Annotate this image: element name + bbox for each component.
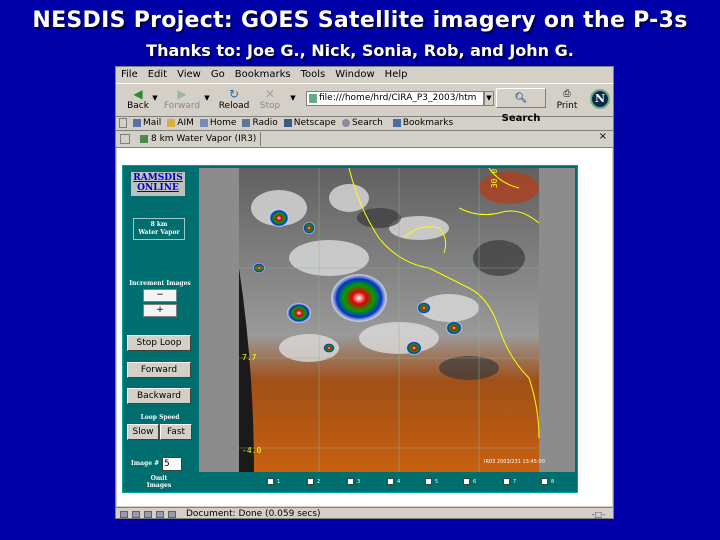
navigation-toolbar: ◀ Back ▼ ▶ Forward ▼ ↻ Reload ✕ Stop ▼ f…: [116, 83, 613, 124]
ramsdis-online-link[interactable]: RAMSDIS ONLINE: [131, 172, 185, 196]
reload-button[interactable]: ↻ Reload: [214, 86, 254, 114]
backward-step-button[interactable]: Backward: [127, 388, 191, 404]
back-arrow-icon: ◀: [133, 87, 143, 101]
netscape-link[interactable]: Netscape: [283, 118, 336, 128]
stop-loop-button[interactable]: Stop Loop: [127, 335, 191, 351]
personal-toolbar: Mail AIM Home Radio Netscape Search Book…: [116, 116, 613, 131]
omit-number-3: 3: [357, 479, 361, 485]
url-dropdown-button[interactable]: ▼: [484, 91, 494, 106]
status-composer-icon[interactable]: [132, 510, 140, 518]
close-tab-icon[interactable]: ×: [599, 131, 607, 142]
status-text: Document: Done (0.059 secs): [186, 509, 321, 519]
fast-button[interactable]: Fast: [160, 424, 192, 440]
search-button[interactable]: 🔍︎ Search: [496, 88, 546, 124]
menu-go[interactable]: Go: [206, 69, 230, 80]
ramsdis-panel: RAMSDIS ONLINE 8 km Water Vapor Incremen…: [122, 165, 578, 493]
page-icon: [309, 94, 317, 103]
page-content: RAMSDIS ONLINE 8 km Water Vapor Incremen…: [117, 148, 612, 506]
menu-window[interactable]: Window: [330, 69, 379, 80]
tab-water-vapor[interactable]: 8 km Water Vapor (IR3): [136, 132, 262, 146]
omit-checkbox-4[interactable]: [387, 478, 394, 485]
omit-number-1: 1: [277, 479, 281, 485]
menu-bookmarks[interactable]: Bookmarks: [230, 69, 296, 80]
slow-button[interactable]: Slow: [127, 424, 159, 440]
mail-link[interactable]: Mail: [133, 118, 161, 128]
omit-number-5: 5: [435, 479, 439, 485]
forward-step-button[interactable]: Forward: [127, 362, 191, 378]
omit-number-6: 6: [473, 479, 477, 485]
new-tab-icon[interactable]: [120, 134, 130, 144]
omit-number-4: 4: [397, 479, 401, 485]
stop-button[interactable]: ✕ Stop: [250, 86, 290, 114]
omit-checkbox-7[interactable]: [503, 478, 510, 485]
home-link[interactable]: Home: [199, 118, 236, 128]
omit-checkbox-5[interactable]: [425, 478, 432, 485]
home-icon: [199, 119, 208, 127]
omit-number-7: 7: [513, 479, 517, 485]
forward-arrow-icon: ▶: [177, 87, 187, 101]
aim-link[interactable]: AIM: [167, 118, 194, 128]
reload-icon: ↻: [228, 87, 240, 101]
radio-link[interactable]: Radio: [242, 118, 278, 128]
omit-number-8: 8: [551, 479, 555, 485]
url-field[interactable]: file:///home/hrd/CIRA_P3_2003/htm: [306, 91, 484, 106]
omit-checkbox-2[interactable]: [307, 478, 314, 485]
bookmarks-icon: [392, 119, 401, 127]
search-link[interactable]: Search: [341, 118, 383, 128]
bookmarks-link[interactable]: Bookmarks: [392, 118, 453, 128]
stop-icon: ✕: [264, 87, 276, 101]
status-mail-icon[interactable]: [120, 510, 128, 518]
printer-icon: ⎙: [563, 89, 571, 99]
image-number-field[interactable]: 5: [162, 457, 182, 471]
netscape-icon: [283, 119, 292, 127]
slide-subtitle: Thanks to: Joe G., Nick, Sonia, Rob, and…: [146, 41, 574, 60]
ramsdis-controls: RAMSDIS ONLINE 8 km Water Vapor Incremen…: [125, 168, 195, 472]
menu-tools[interactable]: Tools: [296, 69, 331, 80]
slide-title: NESDIS Project: GOES Satellite imagery o…: [32, 8, 688, 33]
mail-icon: [133, 119, 141, 127]
omit-images-label: Omit Images: [146, 475, 172, 489]
status-book-icon[interactable]: [156, 510, 164, 518]
omit-checkbox-8[interactable]: [541, 478, 548, 485]
satellite-image: 30.0 7.7 -4.0 IR03 2003/231 13:45:00: [199, 168, 575, 472]
omit-images-row: Omit Images 1 2 3 4 5 6 7 8: [125, 473, 575, 491]
menu-bar: File Edit View Go Bookmarks Tools Window…: [116, 67, 613, 82]
menu-view[interactable]: View: [172, 69, 206, 80]
magnifier-icon: [341, 119, 350, 127]
browser-window: File Edit View Go Bookmarks Tools Window…: [115, 66, 614, 519]
water-vapor-imagery: [199, 168, 575, 472]
image-timestamp: IR03 2003/231 13:45:00: [484, 459, 545, 465]
omit-number-2: 2: [317, 479, 321, 485]
search-icon: 🔍︎: [514, 93, 528, 104]
increment-image-button[interactable]: +: [143, 304, 177, 317]
radio-icon: [242, 119, 251, 127]
increment-images-label: Increment Images: [129, 280, 191, 287]
image-number-label: Image #: [131, 460, 160, 467]
status-bar: Document: Done (0.059 secs) -□-: [116, 507, 613, 520]
netscape-logo-icon[interactable]: N: [590, 89, 610, 109]
menu-file[interactable]: File: [116, 69, 143, 80]
page-favicon-icon: [140, 135, 148, 143]
omit-checkbox-6[interactable]: [463, 478, 470, 485]
aim-icon: [167, 119, 176, 127]
menu-edit[interactable]: Edit: [143, 69, 172, 80]
status-aim-icon[interactable]: [144, 510, 152, 518]
forward-button[interactable]: ▶ Forward: [162, 86, 202, 114]
omit-checkbox-1[interactable]: [267, 478, 274, 485]
decrement-image-button[interactable]: −: [143, 289, 177, 302]
lat-label-mid: 7.7: [242, 353, 257, 362]
tab-bar: 8 km Water Vapor (IR3) ×: [116, 131, 613, 148]
omit-checkbox-3[interactable]: [347, 478, 354, 485]
status-progress-icon: -□-: [591, 509, 605, 519]
lat-label-low: -4.0: [242, 446, 262, 455]
product-label: 8 km Water Vapor: [133, 218, 185, 240]
status-security-icon: [168, 510, 176, 518]
lat-label-top: 30.0: [490, 168, 500, 189]
print-button[interactable]: ⎙ Print: [552, 86, 582, 114]
menu-help[interactable]: Help: [380, 69, 413, 80]
toolbar-grip-icon: [119, 118, 127, 128]
loop-speed-label: Loop Speed: [140, 414, 180, 421]
